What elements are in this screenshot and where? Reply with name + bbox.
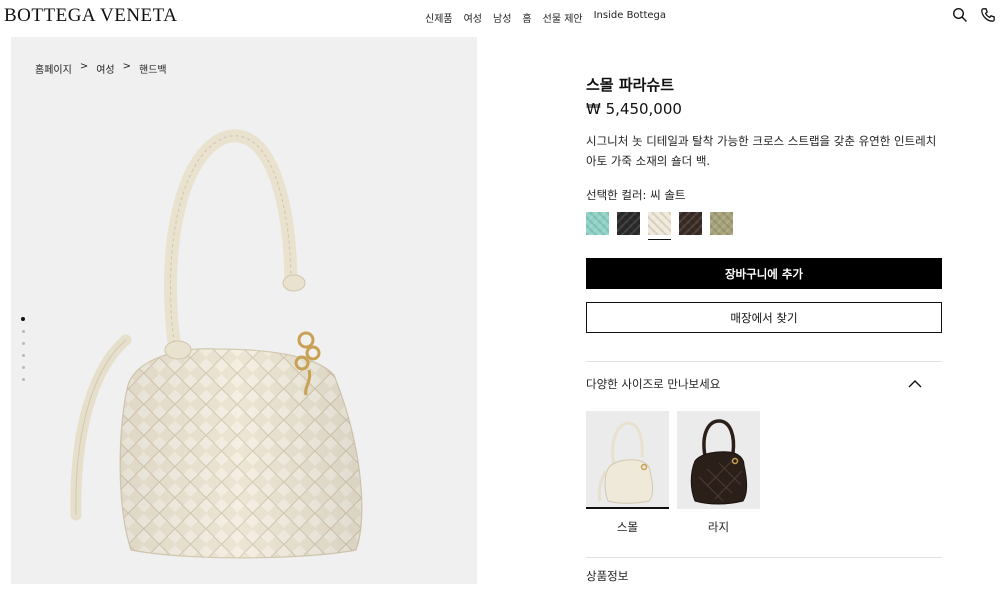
breadcrumb-home[interactable]: 홈페이지 (35, 61, 72, 76)
find-in-store-button[interactable]: 매장에서 찾기 (586, 302, 942, 333)
nav-item-gifts[interactable]: 선물 제안 (543, 10, 583, 25)
chevron-up-icon (908, 377, 922, 391)
nav-item-men[interactable]: 남성 (493, 10, 511, 25)
product-details-toggle[interactable]: 상품정보 (586, 568, 942, 582)
divider (586, 361, 942, 362)
nav-item-home[interactable]: 홈 (522, 10, 531, 25)
add-to-cart-button[interactable]: 장바구니에 추가 (586, 258, 942, 289)
size-label-large: 라지 (707, 520, 730, 534)
phone-icon[interactable] (980, 7, 996, 23)
size-thumbnail (677, 411, 760, 509)
size-options: 스몰 라지 (586, 411, 942, 535)
product-price: ₩ 5,450,000 (586, 100, 682, 118)
search-icon[interactable] (952, 7, 968, 23)
main-nav: 신제품 여성 남성 홈 선물 제안 Inside Bottega (425, 10, 677, 25)
divider (586, 557, 942, 558)
swatch-black[interactable] (617, 212, 640, 235)
size-option-small[interactable]: 스몰 (586, 411, 669, 535)
gallery-pagination (21, 317, 25, 381)
product-title: 스몰 파라슈트 (586, 76, 675, 94)
nav-item-women[interactable]: 여성 (464, 10, 482, 25)
gallery-dot[interactable] (21, 330, 25, 333)
breadcrumb-women[interactable]: 여성 (96, 61, 114, 76)
size-option-large[interactable]: 라지 (677, 411, 760, 535)
product-image (70, 129, 363, 559)
size-label-small: 스몰 (616, 520, 639, 534)
gallery-dot[interactable] (21, 366, 25, 369)
selected-color-label: 선택한 컬러: 씨 솔트 (586, 188, 686, 202)
product-description: 시그니처 놋 디테일과 탈착 가능한 크로스 스트랩을 갖춘 유연한 인트레치아… (586, 134, 937, 168)
gallery-dot[interactable] (21, 354, 25, 357)
nav-item-inside-bottega[interactable]: Inside Bottega (594, 10, 666, 25)
product-info-panel: 스몰 파라슈트 ₩ 5,450,000 시그니처 놋 디테일과 탈착 가능한 크… (586, 70, 942, 582)
breadcrumb-handbags[interactable]: 핸드백 (139, 61, 167, 76)
size-section-heading: 다양한 사이즈로 만나보세요 (586, 377, 721, 391)
gallery-dot[interactable] (21, 342, 25, 345)
breadcrumb-separator: > (122, 61, 131, 72)
brand-logo[interactable]: BOTTEGA VENETA (4, 5, 177, 27)
site-header: BOTTEGA VENETA 신제품 여성 남성 홈 선물 제안 Inside … (0, 0, 1000, 34)
swatch-olive[interactable] (710, 212, 733, 235)
breadcrumb: 홈페이지 > 여성 > 핸드백 (35, 61, 167, 76)
product-gallery[interactable]: 홈페이지 > 여성 > 핸드백 (11, 37, 477, 584)
header-actions (952, 7, 996, 23)
gallery-dot[interactable] (21, 378, 25, 381)
color-swatches (586, 212, 942, 240)
swatch-mint[interactable] (586, 212, 609, 235)
breadcrumb-separator: > (79, 61, 89, 72)
gallery-dot[interactable] (21, 317, 25, 321)
swatch-dark-brown[interactable] (679, 212, 702, 235)
size-thumbnail (586, 411, 669, 509)
nav-item-new[interactable]: 신제품 (425, 10, 453, 25)
swatch-sea-salt[interactable] (648, 212, 671, 240)
size-section-toggle[interactable]: 다양한 사이즈로 만나보세요 (586, 376, 942, 392)
